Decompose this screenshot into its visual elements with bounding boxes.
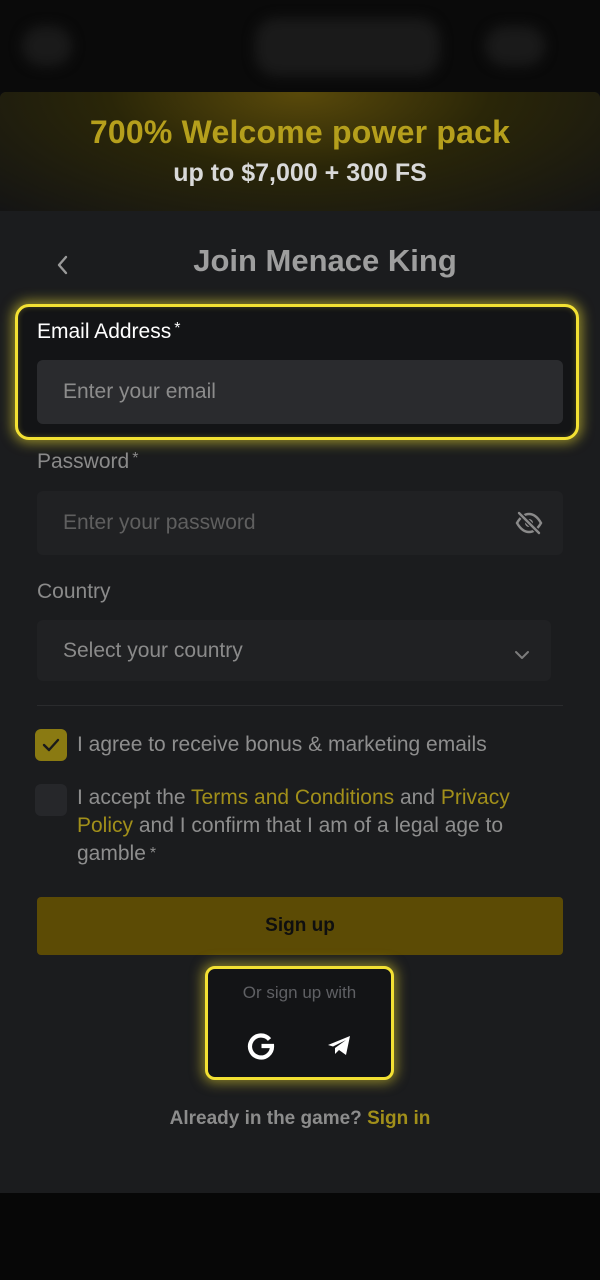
email-placeholder: Enter your email: [63, 380, 216, 403]
required-mark: *: [132, 450, 139, 467]
promo-title: 700% Welcome power pack: [89, 114, 511, 150]
telegram-icon: [327, 1036, 350, 1055]
password-placeholder: Enter your password: [63, 511, 256, 534]
terms-text-middle: and: [394, 786, 441, 809]
page-title: Join Menace King: [193, 243, 457, 278]
email-input[interactable]: Enter your email: [37, 360, 563, 424]
country-label: Country: [37, 580, 551, 608]
backdrop-top: [0, 0, 600, 92]
modal-header: Join Menace King: [0, 211, 600, 306]
password-label: Password *: [37, 450, 563, 478]
signin-prompt: Already in the game? Sign in: [0, 1108, 600, 1130]
promo-subtitle: up to $7,000 + 300 FS: [173, 159, 427, 187]
telegram-signup-button[interactable]: [324, 1031, 354, 1061]
required-mark: *: [149, 845, 157, 862]
terms-consent-row: I accept the Terms and Conditions and Pr…: [35, 784, 565, 868]
required-mark: *: [174, 320, 181, 337]
social-icons: [208, 1031, 391, 1061]
country-field: Country Select your country: [37, 580, 551, 681]
password-input[interactable]: Enter your password: [37, 491, 563, 555]
social-caption: Or sign up with: [242, 983, 357, 1002]
country-label-text: Country: [37, 580, 111, 603]
country-selected-value: Select your country: [63, 638, 243, 662]
checkmark-icon: [42, 738, 60, 752]
eye-off-icon: [515, 511, 543, 535]
terms-consent-checkbox[interactable]: [35, 784, 67, 816]
email-label: Email Address *: [37, 320, 563, 348]
google-icon: [247, 1033, 274, 1060]
social-signup-box: Or sign up with: [205, 966, 394, 1080]
password-field: Password * Enter your password: [37, 450, 563, 555]
terms-text-after: and I confirm that I am of a legal age t…: [77, 814, 504, 865]
promo-banner: 700% Welcome power pack up to $7,000 + 3…: [0, 92, 600, 211]
password-label-text: Password: [37, 450, 130, 473]
signin-prompt-text: Already in the game?: [169, 1108, 362, 1129]
email-field: Email Address * Enter your email: [37, 320, 563, 424]
signup-button[interactable]: Sign up: [37, 897, 563, 955]
password-visibility-toggle[interactable]: [515, 510, 543, 536]
signin-link[interactable]: Sign in: [367, 1108, 430, 1129]
marketing-consent-row: I agree to receive bonus & marketing ema…: [35, 729, 565, 761]
divider: [37, 705, 563, 706]
backdrop-bottom: [0, 1193, 600, 1280]
terms-link[interactable]: Terms and Conditions: [191, 786, 394, 809]
terms-consent-text: I accept the Terms and Conditions and Pr…: [77, 784, 557, 868]
terms-text-before: I accept the: [77, 786, 192, 809]
backdrop-blur-left: [22, 26, 72, 66]
marketing-consent-checkbox[interactable]: [35, 729, 67, 761]
email-label-text: Email Address: [37, 320, 172, 343]
chevron-down-icon: [515, 651, 529, 659]
select-arrow: [513, 643, 531, 667]
backdrop-blur-center: [255, 18, 440, 76]
marketing-consent-text: I agree to receive bonus & marketing ema…: [77, 733, 487, 756]
country-select[interactable]: Select your country: [37, 620, 551, 681]
backdrop-blur-right: [485, 26, 545, 66]
google-signup-button[interactable]: [246, 1031, 276, 1061]
